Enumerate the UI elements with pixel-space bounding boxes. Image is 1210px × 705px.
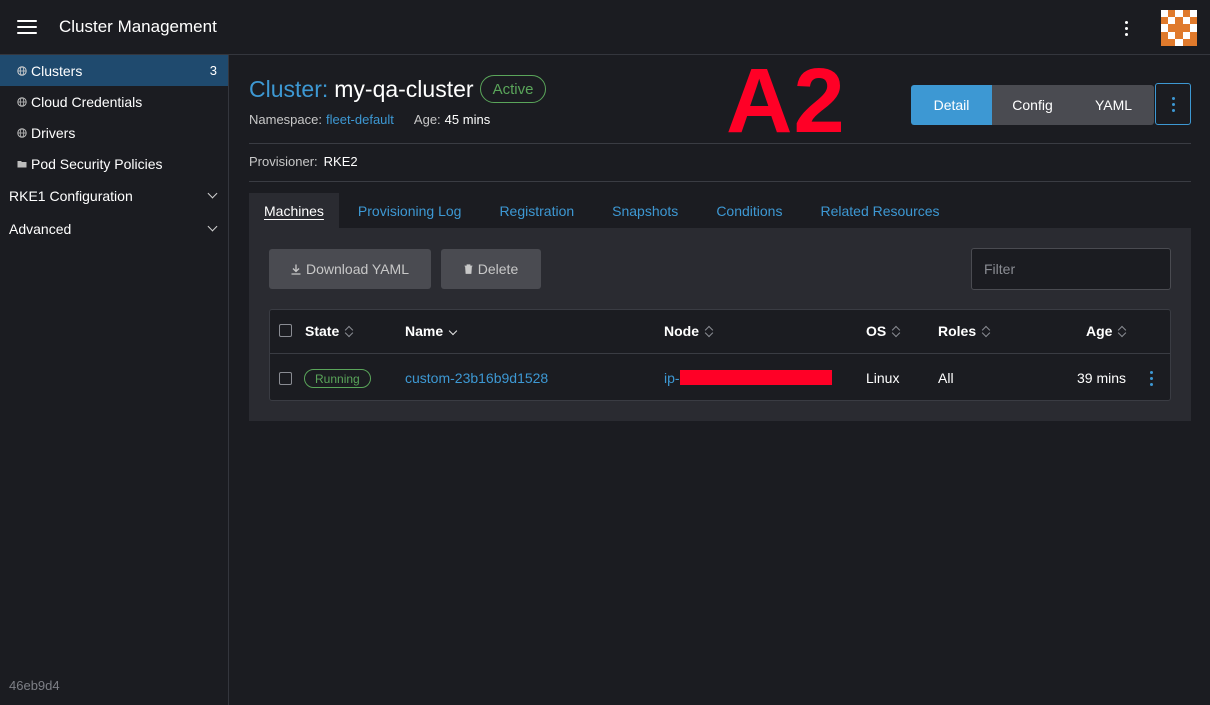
view-mode-toggle: Detail Config YAML	[911, 85, 1154, 125]
os-value: Linux	[866, 370, 900, 386]
sort-icon	[982, 326, 990, 337]
state-badge: Running	[304, 369, 371, 388]
roles-value: All	[938, 370, 954, 386]
globe-icon	[17, 127, 27, 138]
sort-icon	[345, 326, 353, 337]
column-header-roles[interactable]: Roles	[938, 323, 990, 339]
column-header-label: State	[305, 323, 340, 339]
delete-button[interactable]: Delete	[441, 249, 541, 289]
tab-snapshots[interactable]: Snapshots	[593, 193, 697, 228]
table-row: Running custom-23b16b9d1528 ip- Linux Al…	[270, 355, 1170, 401]
yaml-button[interactable]: YAML	[1073, 85, 1154, 125]
row-actions-icon[interactable]	[1146, 369, 1156, 387]
detail-button[interactable]: Detail	[911, 85, 992, 125]
config-button[interactable]: Config	[992, 85, 1073, 125]
column-header-name[interactable]: Name	[405, 323, 457, 339]
row-checkbox[interactable]	[279, 372, 292, 385]
sidebar-item-label: Cloud Credentials	[31, 93, 143, 110]
column-header-label: Age	[1086, 323, 1113, 339]
sidebar-group-label: Advanced	[9, 220, 72, 237]
column-header-age[interactable]: Age	[1086, 323, 1126, 339]
table-header: State Name Node OS Roles Age	[270, 310, 1170, 354]
column-header-state[interactable]: State	[305, 323, 353, 339]
trash-icon	[464, 264, 473, 274]
provisioner-value: RKE2	[323, 154, 358, 169]
delete-label: Delete	[477, 261, 519, 277]
globe-icon	[17, 65, 27, 76]
cluster-count-badge: 3	[209, 63, 217, 78]
download-yaml-button[interactable]: Download YAML	[269, 249, 431, 289]
sidebar-item-drivers[interactable]: Drivers	[0, 117, 228, 148]
chevron-down-icon	[207, 188, 218, 199]
tab-provisioning-log[interactable]: Provisioning Log	[339, 193, 481, 228]
download-yaml-label: Download YAML	[306, 261, 409, 277]
namespace-label: Namespace:	[249, 112, 322, 127]
age-value: 45 mins	[444, 112, 491, 127]
tab-related-resources[interactable]: Related Resources	[801, 193, 958, 228]
user-avatar[interactable]	[1161, 10, 1197, 46]
sidebar-group-rke1-configuration[interactable]: RKE1 Configuration	[0, 180, 228, 211]
tab-bar: Machines Provisioning Log Registration S…	[249, 193, 959, 228]
provisioner-row: Provisioner: RKE2	[249, 154, 358, 169]
chevron-down-icon	[207, 221, 218, 232]
sidebar-item-pod-security-policies[interactable]: Pod Security Policies	[0, 148, 228, 179]
namespace-link[interactable]: fleet-default	[326, 112, 394, 127]
cluster-meta: Namespace: fleet-default Age: 45 mins	[249, 112, 490, 127]
tab-conditions[interactable]: Conditions	[697, 193, 801, 228]
sidebar-group-advanced[interactable]: Advanced	[0, 213, 228, 244]
select-all-checkbox[interactable]	[279, 324, 292, 337]
sort-icon	[1118, 326, 1126, 337]
column-header-os[interactable]: OS	[866, 323, 900, 339]
redaction-bar	[679, 370, 832, 385]
divider	[249, 143, 1191, 144]
column-header-label: Name	[405, 323, 444, 339]
sidebar-item-label: Drivers	[31, 124, 76, 141]
node-link[interactable]: ip-	[664, 370, 832, 386]
version-label: 46eb9d4	[9, 678, 60, 693]
hamburger-menu-icon[interactable]	[17, 20, 37, 34]
actions-menu-icon[interactable]	[1155, 83, 1191, 125]
machines-panel: Download YAML Delete State Name Node OS …	[249, 228, 1191, 421]
column-header-label: Roles	[938, 323, 977, 339]
node-prefix: ip-	[664, 370, 680, 386]
folder-icon	[17, 160, 27, 167]
annotation-label: A2	[726, 50, 846, 152]
filter-input[interactable]	[971, 248, 1171, 290]
status-badge: Active	[479, 75, 547, 103]
age-label: Age:	[413, 112, 441, 127]
column-header-label: OS	[866, 323, 887, 339]
sort-down-icon	[449, 326, 457, 337]
sidebar-group-label: RKE1 Configuration	[9, 187, 133, 204]
globe-icon	[17, 96, 27, 107]
sidebar: Clusters 3 Cloud Credentials Drivers Pod…	[0, 55, 229, 705]
cluster-name: my-qa-cluster	[334, 75, 474, 102]
top-bar: Cluster Management	[0, 0, 1210, 55]
page-title: Cluster: my-qa-cluster Active	[249, 75, 547, 103]
column-header-node[interactable]: Node	[664, 323, 713, 339]
sort-icon	[705, 326, 713, 337]
machines-table: State Name Node OS Roles Age Running cus…	[269, 309, 1171, 401]
machine-name-link[interactable]: custom-23b16b9d1528	[405, 370, 548, 386]
tab-machines[interactable]: Machines	[249, 193, 339, 228]
main-content: Cluster: my-qa-cluster Active Namespace:…	[229, 55, 1210, 705]
provisioner-label: Provisioner:	[249, 154, 318, 169]
sort-icon	[892, 326, 900, 337]
app-title: Cluster Management	[59, 17, 217, 36]
divider	[249, 181, 1191, 182]
tab-registration[interactable]: Registration	[480, 193, 593, 228]
download-icon	[291, 264, 301, 275]
age-value: 39 mins	[1077, 370, 1127, 386]
sidebar-item-cloud-credentials[interactable]: Cloud Credentials	[0, 86, 228, 117]
title-prefix: Cluster:	[249, 75, 329, 102]
column-header-label: Node	[664, 323, 699, 339]
sidebar-item-clusters[interactable]: Clusters 3	[0, 55, 228, 86]
sidebar-item-label: Pod Security Policies	[31, 155, 163, 172]
sidebar-item-label: Clusters	[31, 62, 83, 79]
more-options-icon[interactable]	[1117, 17, 1135, 39]
